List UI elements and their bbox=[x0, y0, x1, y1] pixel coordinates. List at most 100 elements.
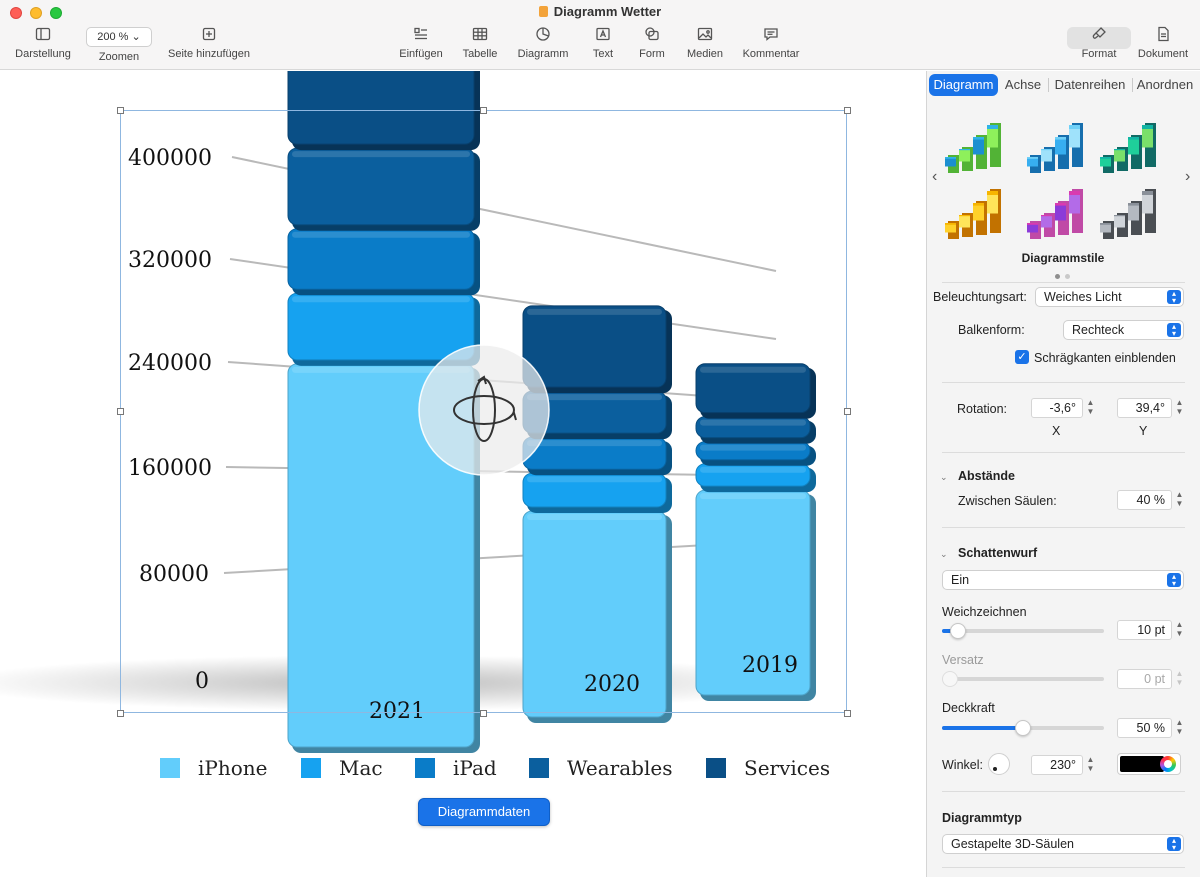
spacing-heading[interactable]: Abstände bbox=[958, 469, 1015, 483]
chart-style-gallery[interactable] bbox=[937, 109, 1191, 249]
color-wheel-icon[interactable] bbox=[1160, 756, 1176, 772]
rotation-x-field[interactable]: -3,6° bbox=[1031, 398, 1083, 418]
document-canvas[interactable]: 400000 320000 240000 160000 80000 0 2021 2020 20… bbox=[0, 71, 926, 877]
legend-label: Mac bbox=[339, 756, 383, 780]
chevron-right-icon[interactable]: › bbox=[1185, 168, 1190, 186]
legend-item: Mac bbox=[301, 756, 383, 780]
divider bbox=[942, 452, 1185, 453]
chart-type-select[interactable]: Gestapelte 3D-Säulen ▴ ▾ bbox=[942, 834, 1184, 854]
disclosure-chevron-icon[interactable]: ⌄ bbox=[940, 472, 948, 483]
offset-stepper[interactable]: ▲ ▼ bbox=[1174, 669, 1185, 689]
thumb-bar-high bbox=[1100, 224, 1111, 233]
offset-slider-knob[interactable] bbox=[942, 671, 958, 687]
offset-slider[interactable] bbox=[942, 671, 1104, 687]
updown-chevron-icon: ▴ ▾ bbox=[1167, 290, 1181, 305]
photo-icon bbox=[682, 26, 728, 44]
zoom-value: 200 % bbox=[97, 31, 129, 43]
thumb-bar-high bbox=[945, 158, 956, 167]
lighting-select[interactable]: Weiches Licht ▴ ▾ bbox=[1035, 287, 1184, 307]
chart-style-thumbnail[interactable] bbox=[1100, 189, 1156, 239]
tab-chart[interactable]: Diagramm bbox=[929, 74, 998, 96]
resize-handle-bottom-right[interactable] bbox=[844, 710, 851, 717]
page-dot-active[interactable] bbox=[1055, 274, 1060, 279]
bar-shape-select[interactable]: Rechteck ▴ ▾ bbox=[1063, 320, 1184, 340]
chart-type-heading: Diagrammtyp bbox=[942, 811, 1022, 825]
format-button[interactable]: Format bbox=[1070, 26, 1128, 60]
resize-handle-left[interactable] bbox=[117, 408, 124, 415]
zoom-control[interactable]: 200 % ⌄ Zoomen bbox=[85, 26, 153, 63]
thumb-bar-high bbox=[1128, 205, 1139, 221]
document-icon bbox=[1134, 26, 1192, 44]
legend-item: Wearables bbox=[529, 756, 672, 780]
tab-series[interactable]: Datenreihen bbox=[1049, 74, 1131, 96]
thumb-bar-high bbox=[1041, 150, 1052, 162]
thumb-bar-high bbox=[1055, 205, 1066, 221]
document-button[interactable]: Dokument bbox=[1134, 26, 1192, 60]
divider bbox=[942, 867, 1185, 868]
blur-label: Weichzeichnen bbox=[942, 605, 1027, 619]
shadow-select[interactable]: Ein ▴ ▾ bbox=[942, 570, 1184, 590]
chart-button[interactable]: Diagramm bbox=[514, 26, 572, 60]
between-columns-stepper[interactable]: ▲ ▼ bbox=[1174, 490, 1185, 510]
comment-button[interactable]: Kommentar bbox=[740, 26, 802, 60]
chart-style-thumbnail[interactable] bbox=[1027, 123, 1083, 173]
text-button[interactable]: Text bbox=[586, 26, 620, 60]
shadow-color-well[interactable] bbox=[1117, 753, 1181, 775]
blur-stepper[interactable]: ▲ ▼ bbox=[1174, 620, 1185, 640]
view-button[interactable]: Darstellung bbox=[12, 26, 74, 60]
opacity-label: Deckkraft bbox=[942, 701, 995, 715]
shadow-heading[interactable]: Schattenwurf bbox=[958, 546, 1037, 560]
disclosure-chevron-icon[interactable]: ⌄ bbox=[940, 549, 948, 560]
offset-field[interactable]: 0 pt bbox=[1117, 669, 1172, 689]
format-sidebar: Diagramm Achse Datenreihen Anordnen ‹ › … bbox=[926, 71, 1200, 877]
chart-data-button[interactable]: Diagrammdaten bbox=[418, 798, 550, 826]
between-columns-field[interactable]: 40 % bbox=[1117, 490, 1172, 510]
style-page-indicator[interactable] bbox=[1055, 268, 1075, 282]
legend-label: Services bbox=[744, 756, 831, 780]
resize-handle-top[interactable] bbox=[480, 107, 487, 114]
rotation-y-field[interactable]: 39,4° bbox=[1117, 398, 1172, 418]
insert-label: Einfügen bbox=[399, 48, 443, 60]
media-button[interactable]: Medien bbox=[682, 26, 728, 60]
3d-rotate-control[interactable] bbox=[417, 343, 551, 477]
bevel-checkbox[interactable]: ✓ bbox=[1015, 350, 1029, 364]
zoom-select[interactable]: 200 % ⌄ bbox=[86, 27, 152, 47]
chart-style-thumbnail[interactable] bbox=[1027, 189, 1083, 239]
angle-dial[interactable] bbox=[988, 753, 1010, 775]
thumb-bar-high bbox=[1142, 195, 1153, 214]
insert-button[interactable]: Einfügen bbox=[396, 26, 446, 60]
resize-handle-bottom[interactable] bbox=[480, 710, 487, 717]
opacity-slider-knob[interactable] bbox=[1015, 720, 1031, 736]
opacity-field[interactable]: 50 % bbox=[1117, 718, 1172, 738]
page-dot[interactable] bbox=[1065, 274, 1070, 279]
resize-handle-right[interactable] bbox=[844, 408, 851, 415]
chart-style-thumbnail[interactable] bbox=[945, 189, 1001, 239]
add-page-button[interactable]: Seite hinzufügen bbox=[163, 26, 255, 60]
resize-handle-top-right[interactable] bbox=[844, 107, 851, 114]
angle-stepper[interactable]: ▲ ▼ bbox=[1085, 755, 1096, 775]
toolbar: Diagramm Wetter Darstellung 200 % ⌄ Zoom… bbox=[0, 0, 1200, 70]
blur-slider[interactable] bbox=[942, 623, 1104, 639]
shape-button[interactable]: Form bbox=[634, 26, 670, 60]
opacity-slider[interactable] bbox=[942, 720, 1104, 736]
legend-swatch bbox=[301, 758, 321, 778]
blur-slider-knob[interactable] bbox=[950, 623, 967, 639]
resize-handle-bottom-left[interactable] bbox=[117, 710, 124, 717]
tab-axis[interactable]: Achse bbox=[999, 74, 1047, 96]
thumb-bar-high bbox=[973, 205, 984, 221]
blur-field[interactable]: 10 pt bbox=[1117, 620, 1172, 640]
tab-arrange[interactable]: Anordnen bbox=[1133, 74, 1197, 96]
resize-handle-top-left[interactable] bbox=[117, 107, 124, 114]
opacity-stepper[interactable]: ▲ ▼ bbox=[1174, 718, 1185, 738]
rotation-y-stepper[interactable]: ▲ ▼ bbox=[1174, 398, 1185, 418]
lighting-value: Weiches Licht bbox=[1044, 290, 1122, 304]
chart-style-thumbnail[interactable] bbox=[945, 123, 1001, 173]
angle-field[interactable]: 230° bbox=[1031, 755, 1083, 775]
table-button[interactable]: Tabelle bbox=[458, 26, 502, 60]
chart-style-thumbnail[interactable] bbox=[1100, 123, 1156, 173]
rotation-x-stepper[interactable]: ▲ ▼ bbox=[1085, 398, 1096, 418]
legend-swatch bbox=[529, 758, 549, 778]
shadow-color-swatch[interactable] bbox=[1120, 756, 1164, 772]
legend-item: iPad bbox=[415, 756, 497, 780]
thumb-bar-high bbox=[1041, 216, 1052, 228]
